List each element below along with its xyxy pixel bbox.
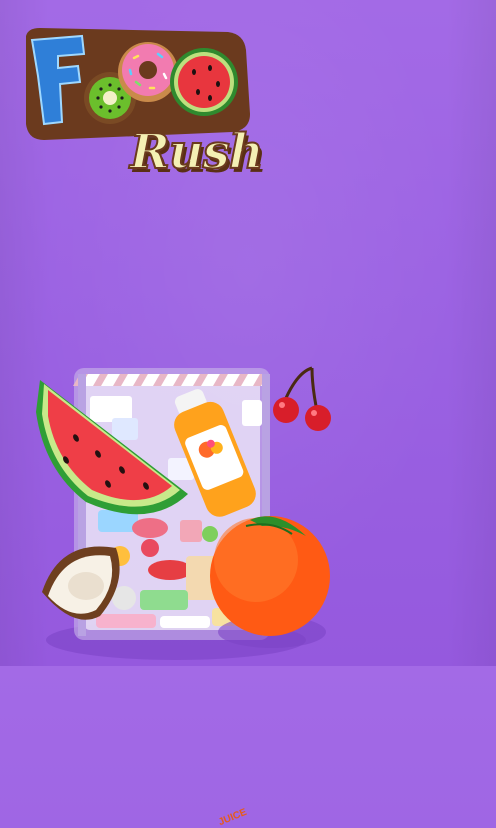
game-logo: F [18,18,278,181]
donut-icon [118,42,178,102]
cherries-item[interactable] [273,366,331,431]
logo-word-rush: Rush [129,123,265,181]
scene-art [36,366,331,660]
orange-item[interactable] [210,516,330,648]
logo-watermelon-icon [170,48,238,116]
juice-label: JUICE [217,806,249,828]
game-scene[interactable]: JUICE [0,360,496,828]
